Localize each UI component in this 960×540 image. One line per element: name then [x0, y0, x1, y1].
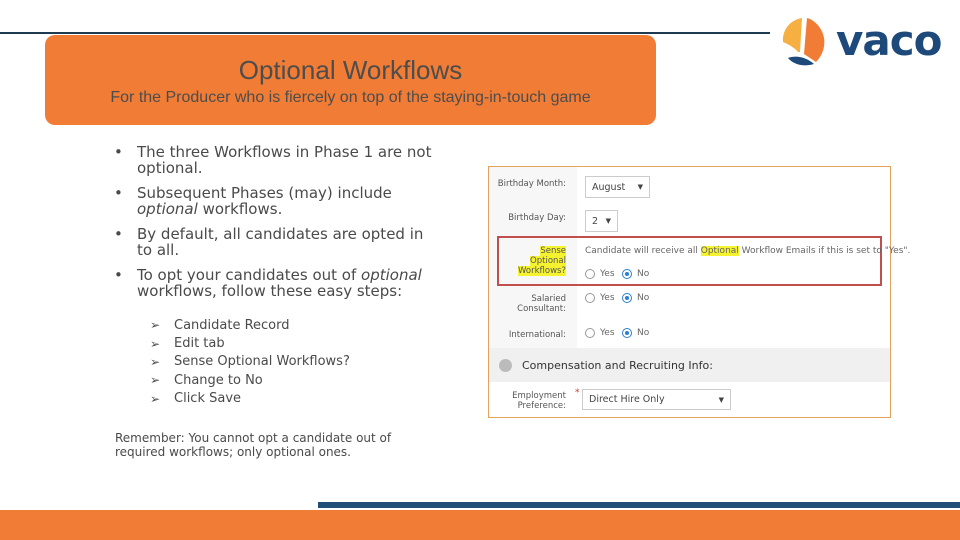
step-item: ➢ Change to No [150, 371, 350, 389]
birthday-month-select[interactable]: August ▼ [585, 176, 650, 198]
logo-wordmark: vaco [836, 16, 942, 65]
title-banner: Optional Workflows For the Producer who … [45, 35, 656, 125]
salaried-consultant-label: Salaried Consultant: [489, 294, 566, 314]
radio-selected-icon [622, 293, 632, 303]
vaco-logo: vaco [780, 14, 950, 70]
radio-selected-icon [622, 269, 632, 279]
step-item: ➢ Edit tab [150, 334, 350, 352]
international-label: International: [508, 330, 566, 340]
radio-label: Yes [600, 328, 615, 338]
radio-label: No [637, 293, 650, 303]
employment-preference-label: Employment Preference: [489, 391, 566, 411]
step-text: Change to No [174, 372, 263, 388]
international-yes-radio[interactable]: Yes [585, 328, 615, 338]
arrow-bullet-icon: ➢ [150, 391, 161, 406]
label-line: Preference: [517, 401, 566, 411]
salaried-yes-radio[interactable]: Yes [585, 293, 615, 303]
compensation-section-header[interactable]: Compensation and Recruiting Info: [489, 348, 890, 382]
steps-list: ➢ Candidate Record ➢ Edit tab ➢ Sense Optio… [150, 316, 350, 408]
bullet-dot: • [114, 184, 123, 202]
form-screenshot: Birthday Month: August ▼ Birthday Day: 2… [488, 166, 910, 418]
page-title: Optional Workflows [238, 55, 463, 85]
birthday-month-label: Birthday Month: [497, 179, 566, 189]
bullet-item: • By default, all candidates are opted in… [112, 226, 442, 258]
radio-label: No [637, 269, 650, 279]
bullet-list: • The three Workflows in Phase 1 are not … [112, 144, 442, 308]
bullet-text: workflows, follow these easy steps: [137, 282, 403, 300]
step-item: ➢ Sense Optional Workflows? [150, 353, 350, 371]
chevron-down-icon: ▼ [718, 395, 724, 404]
sail-logo-icon [782, 18, 825, 66]
radio-label: No [637, 328, 650, 338]
label-line: Sense Optional [530, 246, 566, 266]
birthday-day-value: 2 [592, 215, 599, 227]
birthday-day-label: Birthday Day: [508, 213, 566, 223]
arrow-bullet-icon: ➢ [150, 354, 161, 369]
employment-preference-value: Direct Hire Only [589, 394, 665, 405]
bullet-dot: • [114, 266, 123, 284]
label-line: Employment [512, 391, 566, 401]
step-text: Edit tab [174, 336, 225, 352]
radio-label: Yes [600, 269, 615, 279]
step-text: Sense Optional Workflows? [174, 354, 350, 370]
footer-blue-bar [318, 502, 960, 508]
arrow-bullet-icon: ➢ [150, 318, 161, 333]
desc-highlight: Optional [700, 246, 739, 256]
radio-selected-icon [622, 328, 632, 338]
sense-optional-no-radio[interactable]: No [622, 269, 649, 279]
international-no-radio[interactable]: No [622, 328, 649, 338]
step-item: ➢ Click Save [150, 390, 350, 408]
step-text: Candidate Record [174, 317, 290, 333]
page-subtitle: For the Producer who is fiercely on top … [110, 89, 591, 106]
desc-text: Candidate will receive all [585, 246, 701, 256]
bullet-text-italic: optional [137, 200, 198, 218]
header-divider-line [0, 32, 770, 34]
section-title: Compensation and Recruiting Info: [522, 358, 713, 372]
section-circle-icon [499, 358, 512, 372]
birthday-month-value: August [592, 181, 626, 193]
radio-icon [585, 328, 595, 338]
label-line: Workflows? [518, 266, 566, 276]
radio-icon [585, 269, 595, 279]
sense-optional-description: Candidate will receive all Optional Work… [585, 246, 910, 256]
step-text: Click Save [174, 391, 242, 407]
required-asterisk: * [575, 388, 580, 398]
bullet-item: • Subsequent Phases (may) include optiona… [112, 185, 442, 217]
bullet-text: workflows. [197, 200, 283, 218]
arrow-bullet-icon: ➢ [150, 336, 161, 351]
birthday-day-select[interactable]: 2 ▼ [585, 210, 618, 232]
step-item: ➢ Candidate Record [150, 316, 350, 334]
sense-optional-label: Sense Optional Workflows? [503, 246, 566, 276]
chevron-down-icon: ▼ [605, 217, 611, 225]
chevron-down-icon: ▼ [637, 183, 643, 191]
bullet-item: • To opt your candidates out of optional … [112, 267, 442, 299]
bullet-dot: • [114, 143, 123, 161]
radio-label: Yes [600, 293, 615, 303]
remember-note: Remember: You cannot opt a candidate out… [115, 431, 392, 459]
desc-text: Workflow Emails if this is set to "Yes". [738, 246, 911, 256]
radio-icon [585, 293, 595, 303]
label-line: Salaried [531, 294, 566, 304]
bullet-text: The three Workflows in Phase 1 are not o… [137, 143, 432, 177]
bullet-item: • The three Workflows in Phase 1 are not … [112, 144, 442, 176]
label-line: Consultant: [517, 304, 566, 314]
salaried-no-radio[interactable]: No [622, 293, 649, 303]
bullet-dot: • [114, 225, 123, 243]
employment-preference-select[interactable]: Direct Hire Only ▼ [582, 389, 731, 410]
footer-orange-bar [0, 510, 960, 540]
bullet-text: By default, all candidates are opted in … [137, 225, 424, 259]
arrow-bullet-icon: ➢ [150, 373, 161, 388]
sense-optional-yes-radio[interactable]: Yes [585, 269, 615, 279]
